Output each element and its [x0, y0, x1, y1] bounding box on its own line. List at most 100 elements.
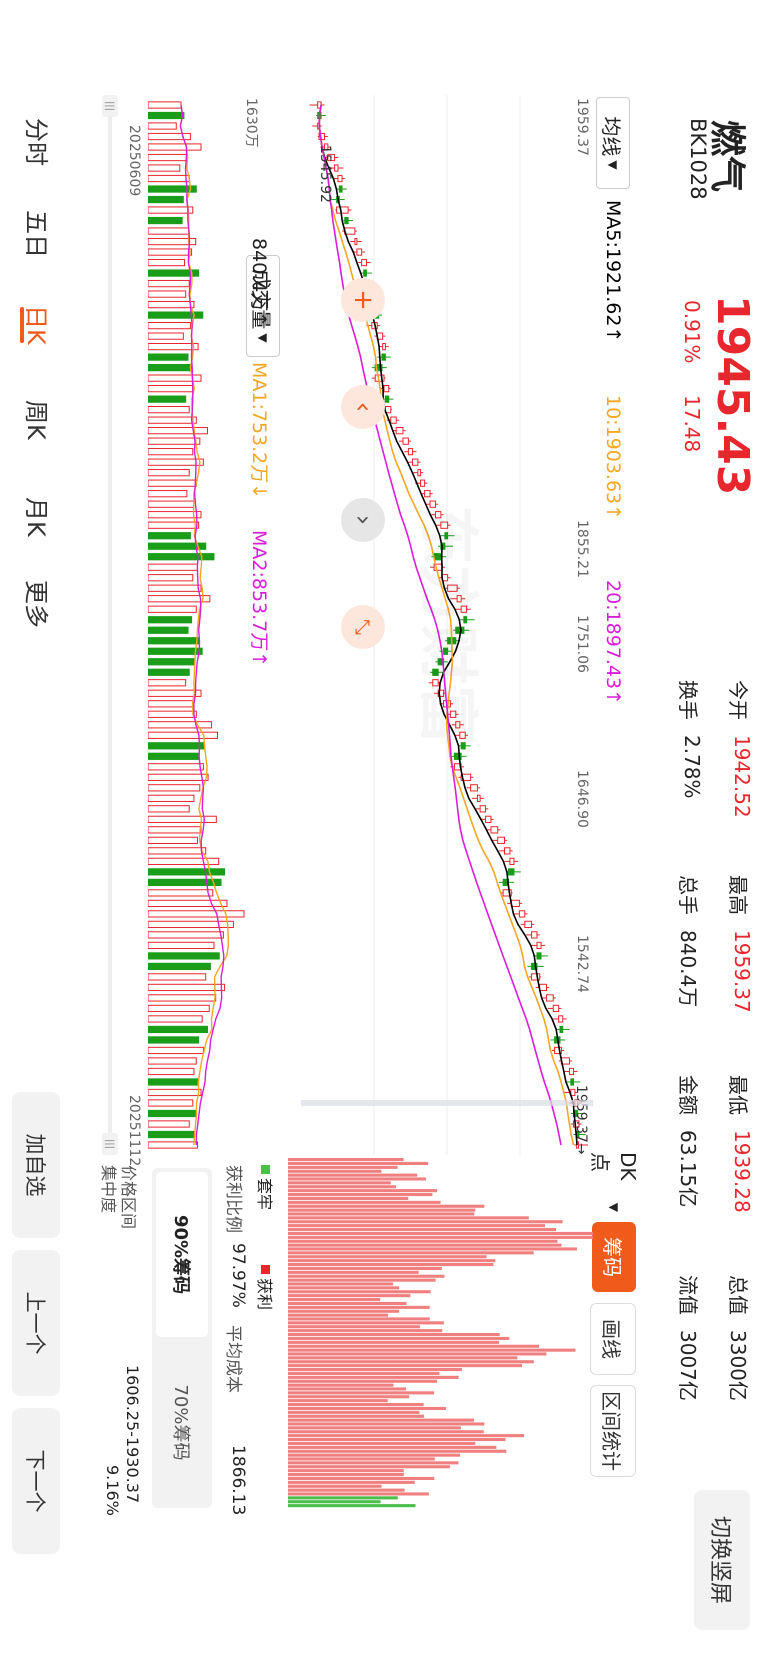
volume-bar	[148, 385, 194, 393]
volume-bar	[148, 1109, 197, 1118]
volume-bar	[148, 836, 198, 844]
price-range-value: 1606.25-1930.37	[123, 1365, 142, 1504]
chip-bar	[288, 1484, 382, 1488]
price-axis-tick: 1542.74	[574, 935, 590, 993]
volume-bar	[148, 763, 204, 771]
chip-tab-2[interactable]: 区间统计	[590, 1385, 636, 1477]
volume-bar	[148, 637, 200, 645]
ma-selector-label: 均线	[599, 116, 624, 157]
candle	[383, 385, 390, 393]
chip-bar	[288, 1282, 394, 1286]
watermark-text: 东方财富	[412, 505, 482, 745]
volume-chart	[148, 101, 245, 1149]
chip-bar	[288, 1476, 435, 1480]
chip-bar	[288, 1480, 415, 1484]
period-tab-4[interactable]: 月K	[21, 497, 56, 537]
volume-bar	[148, 143, 202, 151]
period-tab-5[interactable]: 更多	[21, 580, 56, 628]
high-marker: 1959.37→	[573, 1085, 589, 1155]
volume-bar	[148, 742, 206, 750]
volume-bar	[148, 584, 202, 592]
period-tab-1[interactable]: 五日	[21, 210, 56, 258]
volume-bar	[148, 1120, 190, 1128]
volume-bar	[148, 469, 190, 477]
volume-bar	[148, 342, 199, 351]
candle	[559, 1025, 564, 1034]
chip-bar	[288, 1368, 462, 1372]
range-scrollbar[interactable]: ||| |||	[102, 95, 118, 1155]
period-tab-3[interactable]: 周K	[21, 400, 56, 440]
chip-bar	[288, 1177, 426, 1181]
chevron-down-icon: ▼	[606, 160, 620, 170]
chip-bar	[288, 1255, 487, 1259]
chip-bar	[288, 1239, 558, 1243]
volume-bar	[148, 258, 186, 267]
volume-bar	[148, 721, 213, 729]
scroll-right-button[interactable]: ›	[341, 498, 385, 542]
volume-bar	[148, 195, 184, 204]
volume-bar	[148, 448, 194, 456]
candle	[336, 206, 349, 214]
volume-bar	[148, 479, 197, 487]
previous-button[interactable]: 上一个	[12, 1250, 60, 1396]
candle	[470, 784, 478, 792]
switch-portrait-button[interactable]: 切换竖屏	[694, 1490, 750, 1630]
add-watchlist-button[interactable]: 加自选	[12, 1092, 60, 1238]
volume-bar	[148, 1130, 195, 1139]
zoom-in-button[interactable]: +	[341, 278, 385, 322]
volume-bar	[148, 784, 201, 792]
chip-bar	[288, 1445, 497, 1449]
volume-bar	[148, 153, 187, 162]
candle	[417, 469, 422, 477]
volume-bar	[148, 395, 187, 403]
volume-bar	[148, 773, 209, 781]
chip-tab-1[interactable]: 画线	[590, 1303, 636, 1375]
volume-bar	[148, 605, 197, 613]
chip-bar	[288, 1504, 416, 1508]
dk-point-selector[interactable]: DK点 ▼	[589, 1152, 641, 1212]
volume-bar	[148, 878, 222, 886]
concentration-value: 9.16%	[103, 1465, 122, 1516]
stat-label: 最高	[726, 875, 750, 915]
chip-bar	[288, 1161, 429, 1165]
candle	[552, 1004, 560, 1013]
chip-bar	[288, 1196, 409, 1201]
chip-bar	[288, 1317, 430, 1321]
chip70-button[interactable]: 70%筹码	[156, 1340, 208, 1505]
dk-point-label: DK点	[588, 1152, 641, 1181]
scroll-left-button[interactable]: ‹	[341, 385, 385, 429]
candle	[558, 1015, 564, 1023]
current-price: 1945.43	[707, 295, 758, 496]
chip-bar	[288, 1169, 382, 1173]
stat-value: 3300亿	[726, 1330, 750, 1401]
scrollbar-left-handle[interactable]: |||	[102, 95, 118, 117]
chip-bar	[288, 1294, 411, 1298]
chip-bar	[288, 1414, 425, 1418]
crosshair-band	[301, 1100, 593, 1106]
period-tab-2[interactable]: 日K	[21, 305, 56, 345]
volume-bar	[148, 122, 177, 130]
stat-value: 1959.37	[730, 930, 754, 1013]
stat-label: 总值	[726, 1275, 750, 1315]
volume-value: 840.4万↑	[248, 238, 270, 328]
price-axis-tick: 1646.90	[574, 770, 590, 828]
scrollbar-right-handle[interactable]: |||	[102, 1133, 118, 1155]
volume-bar	[148, 973, 207, 981]
stock-name: 燃气	[706, 120, 747, 193]
chip-bar	[288, 1500, 381, 1504]
collapse-button[interactable]: ⤡	[341, 605, 385, 649]
chip-bar	[288, 1165, 398, 1169]
next-button[interactable]: 下一个	[12, 1408, 60, 1554]
chip-bar	[288, 1360, 534, 1364]
chip-bar	[288, 1216, 529, 1220]
volume-bar	[148, 521, 200, 529]
profit-ratio-value: 97.97%	[228, 1243, 248, 1308]
chip90-button[interactable]: 90%筹码	[156, 1172, 208, 1337]
period-tab-0[interactable]: 分时	[21, 118, 56, 166]
chip-tab-0[interactable]: 筹码	[592, 1222, 636, 1292]
chip-bar	[288, 1391, 435, 1395]
ma-selector[interactable]: 均线 ▼	[596, 97, 630, 189]
volume-ma1: MA1:753.2万↓	[248, 362, 270, 500]
chip-bar	[288, 1158, 404, 1162]
volume-bar	[148, 752, 200, 760]
